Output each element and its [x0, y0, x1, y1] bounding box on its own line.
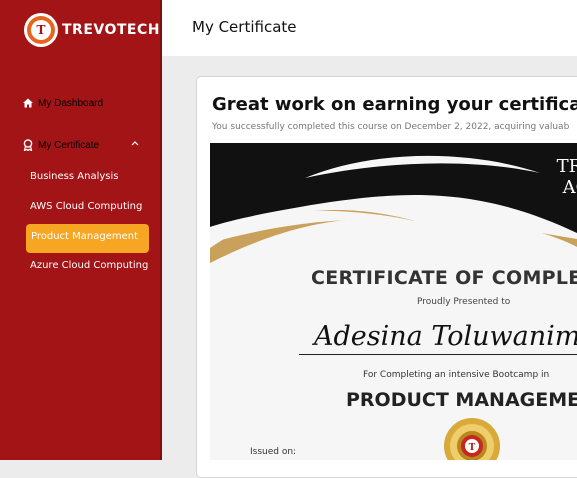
- sidebar-item-label: My Dashboard: [38, 97, 104, 109]
- certificate-image: TRE AC CERTIFICATE OF COMPLE Proudly Pre…: [210, 143, 577, 460]
- certificate-heading: CERTIFICATE OF COMPLE: [311, 267, 577, 289]
- sidebar-item-my-certificate[interactable]: My Certificate: [22, 137, 99, 153]
- svg-text:T: T: [469, 443, 476, 453]
- certificate-for-text: For Completing an intensive Bootcamp in: [363, 370, 550, 380]
- sidebar: T TREVOTECH My Dashboard My Certificate …: [0, 0, 162, 460]
- card-title: Great work on earning your certificat: [212, 94, 577, 115]
- chevron-up-icon[interactable]: [131, 140, 139, 146]
- top-header: My Certificate: [162, 0, 577, 56]
- certificate-decoration: [210, 143, 577, 263]
- certificate-brand: TRE AC: [556, 156, 577, 198]
- sidebar-subitem-business-analysis[interactable]: Business Analysis: [30, 171, 118, 187]
- award-icon: [23, 139, 33, 151]
- page-title: My Certificate: [192, 18, 297, 36]
- certificate-presented-text: Proudly Presented to: [417, 297, 511, 307]
- certificate-recipient-name: Adesina Toluwanimi Ma: [314, 321, 577, 352]
- certificate-program: PRODUCT MANAGEME: [346, 389, 577, 411]
- brand-name: TREVOTECH: [62, 22, 160, 38]
- sidebar-subitem-label: Product Management: [31, 231, 139, 242]
- card-subtitle: You successfully completed this course o…: [212, 122, 570, 132]
- sidebar-item-label: My Certificate: [38, 139, 100, 151]
- home-icon: [23, 98, 33, 108]
- brand-logo[interactable]: T TREVOTECH: [24, 13, 160, 47]
- signature-line: [299, 354, 577, 355]
- sidebar-subitem-aws-cloud-computing[interactable]: AWS Cloud Computing: [30, 201, 142, 217]
- sidebar-subitem-product-management[interactable]: Product Management: [26, 224, 149, 253]
- gold-seal-icon: T: [444, 418, 500, 460]
- trevotech-logo-icon: T: [24, 13, 58, 47]
- sidebar-subitem-azure-cloud-computing[interactable]: Azure Cloud Computing: [30, 260, 148, 276]
- certificate-issued-label: Issued on:: [250, 447, 297, 457]
- sidebar-item-dashboard[interactable]: My Dashboard: [22, 95, 103, 111]
